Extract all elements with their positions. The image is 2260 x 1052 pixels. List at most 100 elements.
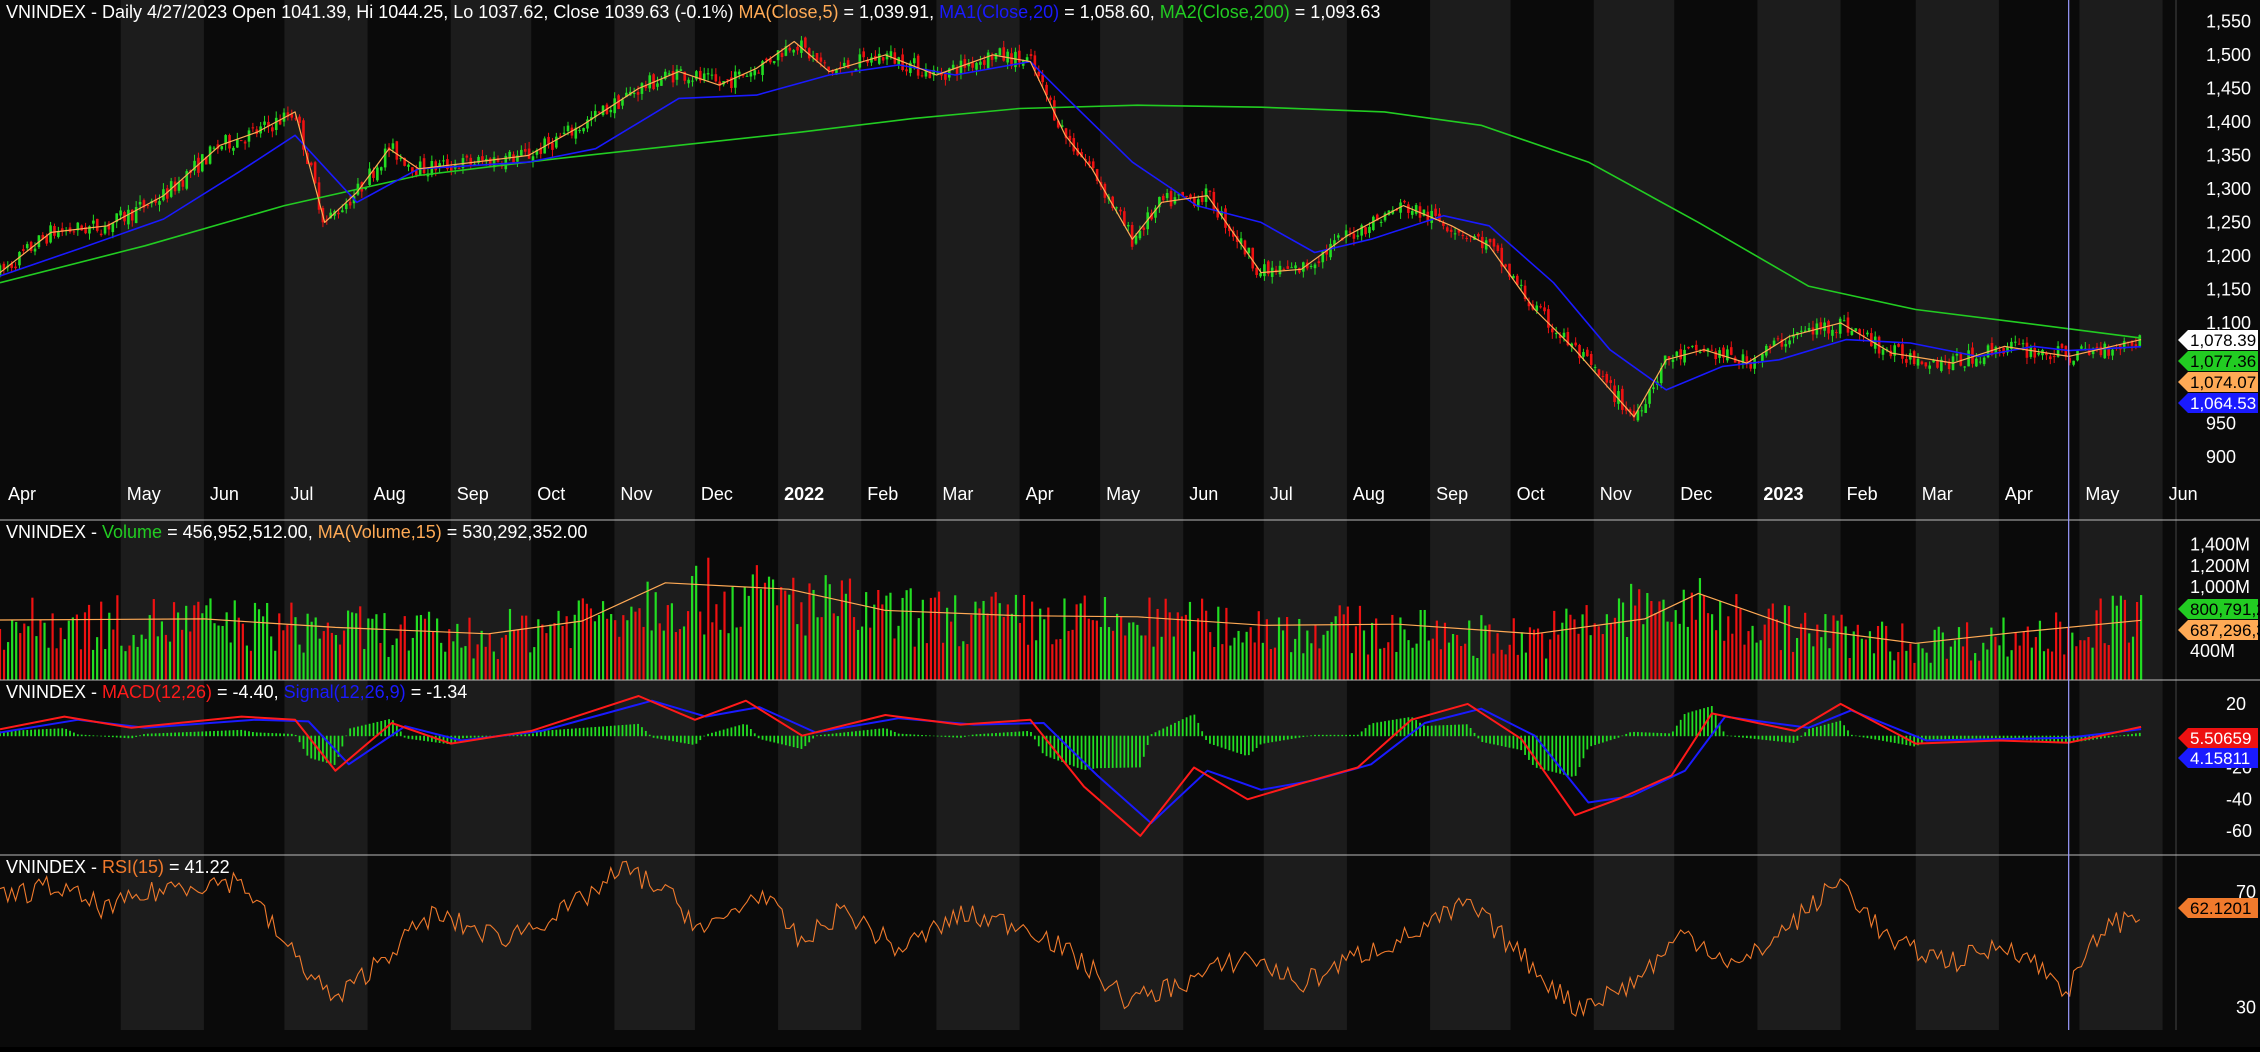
- volume-bar: [759, 589, 763, 680]
- volume-bar: [743, 587, 746, 680]
- macd-histogram-bar: [1566, 735, 1569, 776]
- macd-histogram-bar: [298, 735, 301, 743]
- volume-bar: [1885, 625, 1888, 680]
- month-band: [1915, 0, 1999, 1030]
- candle-body: [749, 72, 753, 77]
- macd-histogram-bar: [1823, 724, 1826, 737]
- volume-bar: [1666, 621, 1669, 680]
- volume-bar: [1994, 636, 1997, 680]
- macd-histogram-bar: [960, 735, 962, 738]
- volume-bar: [1306, 630, 1309, 680]
- volume-bar: [1233, 637, 1236, 680]
- macd-histogram-bar: [322, 735, 324, 762]
- volume-bar: [1791, 651, 1795, 680]
- candle-body: [138, 201, 142, 205]
- volume-bar: [2127, 642, 2131, 680]
- volume-bar: [205, 605, 208, 680]
- volume-bar: [905, 590, 908, 680]
- candle-body: [1838, 318, 1842, 334]
- candle-body: [1835, 332, 1838, 334]
- candle-body: [2072, 360, 2075, 365]
- value-marker-text: 1,077.36: [2190, 352, 2256, 371]
- macd-histogram-bar: [711, 732, 713, 737]
- candle-body: [1453, 233, 1457, 235]
- volume-bar: [1836, 620, 1839, 680]
- volume-bar: [2095, 610, 2098, 680]
- volume-bar: [63, 639, 66, 680]
- candle-body: [1924, 362, 1928, 367]
- volume-bar: [1965, 622, 1969, 680]
- macd-histogram-bar: [578, 728, 581, 737]
- macd-histogram-bar: [41, 729, 44, 737]
- candle-body: [391, 143, 395, 149]
- macd-histogram-bar: [248, 731, 250, 737]
- volume-bar: [306, 613, 309, 680]
- volume-bar: [1099, 626, 1103, 680]
- volume-bar: [144, 638, 147, 680]
- macd-histogram-bar: [1166, 726, 1169, 737]
- volume-bar: [1832, 615, 1835, 680]
- x-tick-label: Nov: [620, 484, 652, 504]
- volume-bar: [585, 603, 588, 680]
- macd-histogram-bar: [1730, 735, 1733, 737]
- macd-histogram-bar: [1578, 735, 1581, 768]
- candle-body: [1368, 226, 1371, 233]
- volume-bar: [75, 614, 79, 680]
- macd-histogram-bar: [870, 729, 873, 737]
- volume-bar: [1642, 624, 1645, 680]
- volume-bar: [314, 617, 317, 680]
- macd-histogram-bar: [1372, 723, 1375, 737]
- candle-body: [1842, 320, 1846, 322]
- volume-bar: [1520, 632, 1523, 680]
- volume-bar: [1957, 627, 1961, 680]
- volume-bar: [1245, 631, 1248, 680]
- candle-body: [1726, 349, 1729, 361]
- volume-bar: [1702, 595, 1706, 680]
- volume-bar: [1010, 613, 1013, 680]
- macd-histogram-bar: [862, 730, 865, 737]
- candle-body: [815, 53, 819, 61]
- volume-bar: [136, 646, 139, 680]
- volume-bar: [1184, 614, 1188, 680]
- macd-histogram-bar: [1948, 735, 1951, 740]
- macd-histogram-bar: [1314, 734, 1316, 737]
- volume-bar: [1083, 595, 1086, 680]
- candle-body: [243, 141, 247, 144]
- volume-bar: [711, 622, 714, 680]
- volume-bar: [1148, 597, 1151, 680]
- volume-bar: [808, 583, 811, 680]
- candle-body: [1461, 234, 1465, 237]
- volume-bar: [1848, 657, 1851, 680]
- volume-bar: [1820, 637, 1823, 680]
- month-band: [614, 0, 695, 1030]
- volume-bar: [1168, 612, 1171, 680]
- volume-bar: [1763, 624, 1766, 680]
- candle-body: [1282, 269, 1286, 271]
- candle-body: [1745, 356, 1749, 362]
- month-band: [284, 0, 368, 1030]
- candle-body: [846, 60, 850, 69]
- macd-histogram-bar: [1279, 735, 1281, 741]
- macd-histogram-bar: [1932, 735, 1935, 740]
- legend-part: = 41.22: [164, 857, 230, 877]
- macd-histogram-bar: [734, 726, 737, 737]
- candle-body: [2021, 343, 2025, 345]
- volume-bar: [549, 624, 552, 680]
- x-tick-label: Jun: [2169, 484, 2198, 504]
- candle-body: [1134, 235, 1138, 244]
- candle-body: [1978, 361, 1982, 363]
- volume-bar: [1561, 622, 1564, 680]
- volume-bar: [1828, 648, 1831, 680]
- candle-body: [523, 149, 527, 152]
- volume-bar: [1532, 629, 1536, 680]
- x-tick-label: Sep: [457, 484, 489, 504]
- macd-histogram-bar: [1866, 735, 1869, 739]
- macd-histogram-bar: [528, 734, 531, 737]
- volume-bar: [1545, 658, 1548, 680]
- volume-bar: [508, 608, 512, 680]
- volume-bar: [112, 629, 115, 680]
- price-y-tick: 1,350: [2206, 145, 2251, 165]
- candle-body: [1683, 349, 1686, 363]
- volume-bar: [533, 647, 536, 680]
- macd-histogram-bar: [2123, 734, 2126, 737]
